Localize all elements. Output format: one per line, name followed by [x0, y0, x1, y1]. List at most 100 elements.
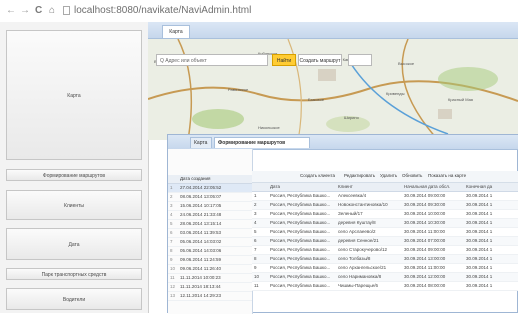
- edit-button[interactable]: Редактировать: [344, 173, 375, 178]
- date-row[interactable]: 11 11.11.2014 10:00:23: [168, 274, 252, 283]
- forward-icon[interactable]: →: [20, 6, 30, 16]
- row-number: 11: [170, 275, 175, 280]
- create-client-button[interactable]: Создать клиента: [300, 173, 335, 178]
- table-row[interactable]: 9 Россия, Республика Башко... село Арханге…: [252, 264, 518, 273]
- row-number: 3: [170, 203, 173, 208]
- cell-n: 7: [254, 247, 257, 252]
- cell-start: 30.09.2014 12:00:00: [404, 274, 446, 279]
- date-row[interactable]: 2 08.06.2014 13:05:07: [168, 193, 252, 202]
- cell-date: Россия, Республика Башко...: [270, 238, 331, 243]
- date-row[interactable]: 6 03.06.2014 11:39:53: [168, 229, 252, 238]
- column-header-end[interactable]: Конечная да: [466, 183, 492, 191]
- date-row[interactable]: 1 27.04.2014 22:05:52: [168, 184, 252, 193]
- nav-button-drivers[interactable]: Водители: [6, 288, 142, 310]
- cell-end: 30.09.2014 1: [466, 193, 493, 198]
- date-row[interactable]: 4 24.06.2014 21:33:48: [168, 211, 252, 220]
- cell-start: 30.09.2014 09:00:00: [404, 193, 446, 198]
- map-label: Ширино: [344, 115, 359, 120]
- table-row[interactable]: 5 Россия, Республика Башко... село Арслаее…: [252, 228, 518, 237]
- date-row[interactable]: 9 09.06.2014 11:24:59: [168, 256, 252, 265]
- date-row[interactable]: 7 05.06.2014 14:03:02: [168, 238, 252, 247]
- nav-button-vehicles[interactable]: Парк транспортных средств: [6, 268, 142, 280]
- cell-n: 6: [254, 238, 257, 243]
- date-value: 08.06.2014 13:05:07: [180, 194, 222, 199]
- date-row[interactable]: 13 12.11.2014 14:29:23: [168, 292, 252, 301]
- left-nav-panel: Карта Формирование маршрутов Клиенты Дат…: [0, 22, 149, 313]
- back-icon[interactable]: ←: [6, 6, 16, 16]
- show-on-map-button[interactable]: Показать на карте: [428, 173, 466, 178]
- cell-n: 5: [254, 229, 257, 234]
- routes-window: Карта Формирование маршрутов Дата создан…: [167, 134, 518, 314]
- date-row[interactable]: 10 09.06.2014 11:26:40: [168, 265, 252, 274]
- table-row[interactable]: 6 Россия, Республика Башко... деревня Сенн…: [252, 237, 518, 246]
- row-number: 8: [170, 248, 173, 253]
- map-layer-button[interactable]: [348, 54, 372, 66]
- map-label: Быковое: [308, 97, 325, 102]
- date-row[interactable]: 8 05.06.2014 14:03:06: [168, 247, 252, 256]
- table-row[interactable]: 8 Россия, Республика Башко... село Толбазы…: [252, 255, 518, 264]
- column-header-client[interactable]: Клиент: [338, 183, 353, 191]
- date-value: 28.06.2014 13:15:14: [180, 221, 222, 226]
- date-value: 15.06.2014 10:17:05: [180, 203, 222, 208]
- row-number: 10: [170, 266, 176, 271]
- tab-route-planning[interactable]: Формирование маршрутов: [214, 137, 310, 148]
- cell-start: 30.09.2014 11:00:00: [404, 229, 445, 234]
- row-number: 4: [170, 212, 173, 217]
- nav-button-map[interactable]: Карта: [6, 30, 142, 160]
- dates-column-header[interactable]: Дата создания: [168, 175, 252, 184]
- table-row[interactable]: 2 Россия, Республика Башко... Новоконстант…: [252, 201, 518, 210]
- map-search-input[interactable]: Q Адрес или объект: [156, 54, 268, 66]
- date-row[interactable]: 12 11.11.2014 18:13:44: [168, 283, 252, 292]
- table-row[interactable]: 4 Россия, Республика Башко... деревня Кушт…: [252, 219, 518, 228]
- routes-tab-bar: Карта Формирование маршрутов: [168, 135, 518, 150]
- map-label: Высокое: [398, 61, 415, 66]
- table-row[interactable]: 3 Россия, Республика Башко... Зеленый/17 30…: [252, 210, 518, 219]
- cell-date: Россия, Республика Башко...: [270, 256, 331, 261]
- map-label: Раменское: [228, 87, 249, 92]
- delete-button[interactable]: Удалить: [380, 173, 397, 178]
- row-number: 12: [170, 284, 176, 289]
- column-header-start[interactable]: Начальная дата обсл.: [404, 183, 450, 191]
- table-row[interactable]: 11 Россия, Республика Башко... Чишмы-Парещ…: [252, 282, 518, 291]
- cell-n: 10: [254, 274, 260, 279]
- cell-n: 2: [254, 202, 257, 207]
- browser-toolbar: ← → C ⌂ localhost:8080/navikate/NaviAdmi…: [0, 0, 518, 23]
- map-window: Карта Валдай Борисово Кубинское Старое К…: [148, 22, 518, 140]
- cell-start: 30.09.2014 10:00:00: [404, 211, 446, 216]
- cell-n: 8: [254, 256, 257, 261]
- map-find-button[interactable]: Найти: [272, 54, 296, 66]
- cell-start: 30.09.2014 11:00:00: [404, 265, 445, 270]
- create-route-button[interactable]: Создать маршрут: [298, 54, 342, 66]
- row-number: 6: [170, 230, 173, 235]
- tab-map-secondary[interactable]: Карта: [190, 137, 212, 148]
- cell-end: 30.09.2014 1: [466, 202, 493, 207]
- cell-client: село Архангельское/21: [338, 265, 387, 270]
- cell-end: 30.09.2014 1: [466, 220, 493, 225]
- map-label: Кривенды: [386, 91, 405, 96]
- nav-button-routes[interactable]: Формирование маршрутов: [6, 169, 142, 181]
- table-row[interactable]: 10 Россия, Республика Башко... село Нарима…: [252, 273, 518, 282]
- cell-start: 30.09.2014 08:00:00: [404, 283, 446, 288]
- nav-button-date[interactable]: Дата: [6, 228, 142, 260]
- date-row[interactable]: 5 28.06.2014 13:15:14: [168, 220, 252, 229]
- address-bar[interactable]: localhost:8080/navikate/NaviAdmin.html: [74, 5, 251, 16]
- cell-end: 30.09.2014 1: [466, 238, 493, 243]
- reload-icon[interactable]: C: [35, 6, 42, 16]
- home-icon[interactable]: ⌂: [49, 6, 55, 16]
- date-value: 05.06.2014 14:03:06: [180, 248, 222, 253]
- cell-date: Россия, Республика Башко...: [270, 274, 331, 279]
- date-row[interactable]: 3 15.06.2014 10:17:05: [168, 202, 252, 211]
- map-tab-bar: Карта: [148, 22, 518, 39]
- tab-map[interactable]: Карта: [162, 25, 190, 38]
- column-header-date[interactable]: Дата: [270, 183, 280, 191]
- cell-client: деревня Сенное/21: [338, 238, 379, 243]
- cell-date: Россия, Республика Башко...: [270, 229, 331, 234]
- row-number: 2: [170, 194, 173, 199]
- table-row[interactable]: 1 Россия, Республика Башко... Алексеевка/4…: [252, 192, 518, 201]
- table-row[interactable]: 7 Россия, Республика Башко... село Староку…: [252, 246, 518, 255]
- refresh-button[interactable]: Обновить: [402, 173, 422, 178]
- row-number: 13: [170, 293, 176, 298]
- map-label: Красный Мая: [448, 97, 473, 102]
- cell-start: 30.09.2014 10:30:00: [404, 220, 446, 225]
- nav-button-clients[interactable]: Клиенты: [6, 190, 142, 220]
